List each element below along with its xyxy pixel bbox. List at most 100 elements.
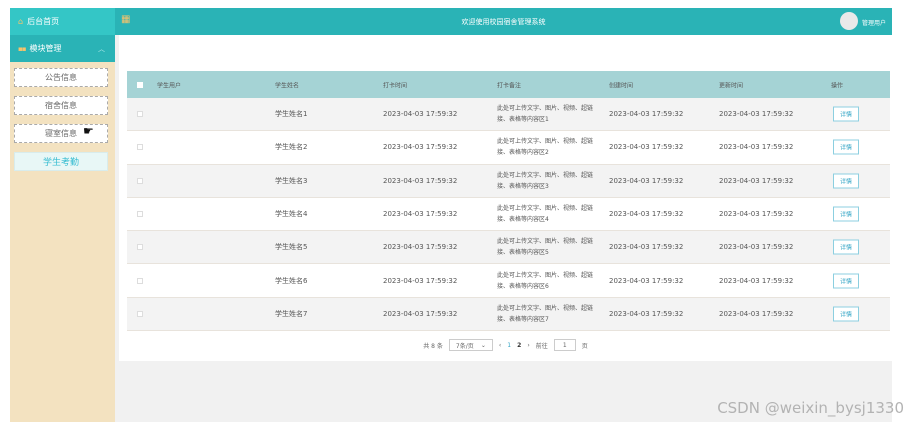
page-number-1[interactable]: 1 bbox=[507, 342, 511, 349]
cell-student-name: 学生姓名3 bbox=[275, 176, 308, 185]
col-student-name: 学生姓名 bbox=[275, 82, 300, 89]
sidebar-home[interactable]: ⌂ 后台首页 bbox=[10, 8, 115, 35]
table-row: 学生姓名2 2023-04-03 17:59:32 此处可上传文字、图片、视频、… bbox=[127, 131, 890, 165]
attendance-table: 学生用户 学生姓名 打卡时间 打卡备注 创建时间 更新时间 操作 学生姓名1 2… bbox=[127, 71, 890, 332]
detail-button[interactable]: 详情 bbox=[833, 139, 859, 155]
cell-updated-time: 2023-04-03 17:59:32 bbox=[719, 176, 794, 185]
cell-updated-time: 2023-04-03 17:59:32 bbox=[719, 110, 794, 119]
col-created-time: 创建时间 bbox=[609, 82, 634, 89]
cell-created-time: 2023-04-03 17:59:32 bbox=[609, 243, 684, 252]
cell-checkin-note: 此处可上传文字、图片、视频、超链接、表格等内容区7 bbox=[497, 304, 594, 323]
avatar[interactable] bbox=[840, 12, 858, 30]
header-username[interactable]: 管理用户 bbox=[862, 18, 886, 27]
sidebar-group-label: 模块管理 bbox=[29, 44, 62, 53]
cell-checkin-time: 2023-04-03 17:59:32 bbox=[383, 309, 458, 318]
cell-created-time: 2023-04-03 17:59:32 bbox=[609, 143, 684, 152]
detail-button[interactable]: 详情 bbox=[833, 173, 859, 189]
cell-student-name: 学生姓名5 bbox=[275, 243, 308, 252]
table-row: 学生姓名3 2023-04-03 17:59:32 此处可上传文字、图片、视频、… bbox=[127, 164, 890, 198]
next-page-button[interactable]: › bbox=[527, 342, 529, 349]
table-row: 学生姓名4 2023-04-03 17:59:32 此处可上传文字、图片、视频、… bbox=[127, 197, 890, 232]
cell-student-name: 学生姓名4 bbox=[275, 210, 308, 219]
cell-updated-time: 2023-04-03 17:59:32 bbox=[719, 276, 794, 285]
select-all-checkbox[interactable] bbox=[137, 81, 143, 88]
content-panel: 学生用户 学生姓名 打卡时间 打卡备注 创建时间 更新时间 操作 学生姓名1 2… bbox=[119, 35, 892, 361]
sidebar-group-modules[interactable]: ▪▪ 模块管理 ︿ bbox=[10, 35, 115, 62]
col-updated-time: 更新时间 bbox=[719, 82, 744, 89]
table-row: 学生姓名6 2023-04-03 17:59:32 此处可上传文字、图片、视频、… bbox=[127, 264, 890, 298]
row-checkbox[interactable] bbox=[137, 277, 143, 284]
prev-page-button[interactable]: ‹ bbox=[499, 342, 501, 349]
cell-updated-time: 2023-04-03 17:59:32 bbox=[719, 143, 794, 152]
col-actions: 操作 bbox=[831, 82, 844, 89]
page-size-value: 7条/页 bbox=[455, 342, 474, 350]
cell-created-time: 2023-04-03 17:59:32 bbox=[609, 210, 684, 219]
chevron-down-icon: ⌄ bbox=[480, 341, 486, 349]
cell-created-time: 2023-04-03 17:59:32 bbox=[609, 276, 684, 285]
header-title: 欢迎使用校园宿舍管理系统 bbox=[461, 18, 546, 26]
table-row: 学生姓名7 2023-04-03 17:59:32 此处可上传文字、图片、视频、… bbox=[127, 297, 890, 332]
detail-button[interactable]: 详情 bbox=[833, 306, 859, 322]
row-checkbox[interactable] bbox=[137, 310, 143, 317]
pagination-total: 共 8 条 bbox=[423, 342, 443, 350]
sidebar-item-label: 寝室信息 bbox=[45, 129, 77, 138]
sidebar: ⌂ 后台首页 ▪▪ 模块管理 ︿ 公告信息 宿舍信息 寝室信息 学生考勤 ☛ bbox=[10, 8, 115, 422]
sidebar-item-announcements[interactable]: 公告信息 bbox=[14, 68, 108, 87]
cell-student-name: 学生姓名7 bbox=[275, 309, 308, 318]
cell-created-time: 2023-04-03 17:59:32 bbox=[609, 309, 684, 318]
page-size-select[interactable]: 7条/页 ⌄ bbox=[448, 339, 493, 351]
cell-checkin-note: 此处可上传文字、图片、视频、超链接、表格等内容区2 bbox=[497, 138, 594, 157]
sidebar-item-attendance[interactable]: 学生考勤 bbox=[14, 152, 108, 171]
table-header: 学生用户 学生姓名 打卡时间 打卡备注 创建时间 更新时间 操作 bbox=[127, 71, 890, 98]
cell-updated-time: 2023-04-03 17:59:32 bbox=[719, 210, 794, 219]
row-checkbox[interactable] bbox=[137, 144, 143, 151]
detail-button[interactable]: 详情 bbox=[833, 206, 859, 222]
cell-checkin-note: 此处可上传文字、图片、视频、超链接、表格等内容区4 bbox=[497, 205, 594, 224]
cell-checkin-note: 此处可上传文字、图片、视频、超链接、表格等内容区3 bbox=[497, 171, 594, 190]
cell-checkin-note: 此处可上传文字、图片、视频、超链接、表格等内容区5 bbox=[497, 238, 594, 257]
watermark: CSDN @weixin_bysj1330 bbox=[717, 399, 904, 417]
cell-created-time: 2023-04-03 17:59:32 bbox=[609, 176, 684, 185]
pagination: 共 8 条 7条/页 ⌄ ‹ 1 2 › 前往 1 页 bbox=[119, 339, 892, 351]
main-content: 学生用户 学生姓名 打卡时间 打卡备注 创建时间 更新时间 操作 学生姓名1 2… bbox=[115, 35, 892, 422]
goto-page-input[interactable]: 1 bbox=[553, 339, 576, 351]
cell-checkin-time: 2023-04-03 17:59:32 bbox=[383, 276, 458, 285]
cell-checkin-time: 2023-04-03 17:59:32 bbox=[383, 110, 458, 119]
chevron-up-icon: ︿ bbox=[98, 45, 105, 53]
sidebar-item-label: 宿舍信息 bbox=[45, 101, 77, 110]
col-student-user: 学生用户 bbox=[157, 82, 182, 89]
cell-updated-time: 2023-04-03 17:59:32 bbox=[719, 243, 794, 252]
cell-checkin-time: 2023-04-03 17:59:32 bbox=[383, 210, 458, 219]
sidebar-item-label: 学生考勤 bbox=[42, 158, 79, 168]
detail-button[interactable]: 详情 bbox=[833, 273, 859, 289]
page-number-2[interactable]: 2 bbox=[517, 342, 521, 349]
cell-checkin-time: 2023-04-03 17:59:32 bbox=[383, 176, 458, 185]
cell-student-name: 学生姓名6 bbox=[275, 276, 308, 285]
goto-suffix: 页 bbox=[581, 342, 588, 350]
row-checkbox[interactable] bbox=[137, 244, 143, 251]
cell-student-name: 学生姓名1 bbox=[275, 110, 308, 119]
sidebar-item-label: 公告信息 bbox=[45, 73, 77, 82]
detail-button[interactable]: 详情 bbox=[833, 106, 859, 122]
cell-created-time: 2023-04-03 17:59:32 bbox=[609, 110, 684, 119]
cell-checkin-note: 此处可上传文字、图片、视频、超链接、表格等内容区6 bbox=[497, 271, 594, 290]
cell-updated-time: 2023-04-03 17:59:32 bbox=[719, 309, 794, 318]
row-checkbox[interactable] bbox=[137, 211, 143, 218]
home-icon: ⌂ bbox=[18, 17, 24, 26]
top-header: ▦ 欢迎使用校园宿舍管理系统 管理用户 bbox=[115, 8, 892, 35]
sidebar-home-label: 后台首页 bbox=[27, 17, 60, 26]
row-checkbox[interactable] bbox=[137, 177, 143, 184]
sidebar-item-dormitories[interactable]: 宿舍信息 bbox=[14, 96, 108, 115]
goto-label: 前往 bbox=[535, 342, 548, 350]
grid-icon: ▪▪ bbox=[18, 44, 26, 53]
row-checkbox[interactable] bbox=[137, 111, 143, 118]
detail-button[interactable]: 详情 bbox=[833, 239, 859, 255]
cell-checkin-time: 2023-04-03 17:59:32 bbox=[383, 243, 458, 252]
cell-checkin-note: 此处可上传文字、图片、视频、超链接、表格等内容区1 bbox=[497, 105, 594, 124]
cell-checkin-time: 2023-04-03 17:59:32 bbox=[383, 143, 458, 152]
sidebar-item-rooms[interactable]: 寝室信息 bbox=[14, 124, 108, 143]
pointer-cursor-icon: ☛ bbox=[83, 124, 94, 138]
cell-student-name: 学生姓名2 bbox=[275, 143, 308, 152]
table-row: 学生姓名5 2023-04-03 17:59:32 此处可上传文字、图片、视频、… bbox=[127, 231, 890, 265]
col-checkin-time: 打卡时间 bbox=[383, 82, 408, 89]
